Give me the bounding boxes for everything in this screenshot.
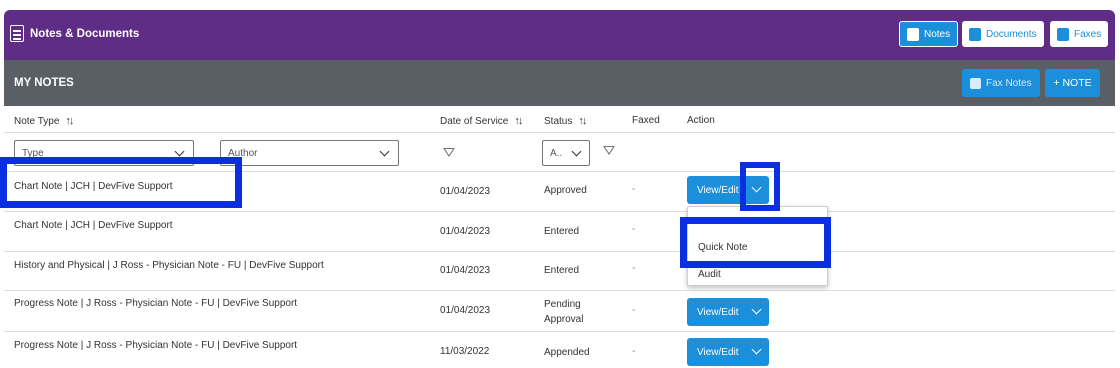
- chevron-down-icon: [174, 146, 185, 157]
- faxes-button[interactable]: Faxes: [1050, 21, 1109, 47]
- status-cell: Entered: [544, 226, 580, 237]
- column-header-note-type[interactable]: Note Type ↑↓: [14, 115, 74, 127]
- status-cell: Appended: [544, 347, 590, 358]
- status-filter-value: A..: [550, 147, 563, 159]
- date-of-service-cell: 11/03/2022: [440, 346, 490, 357]
- note-type-cell[interactable]: Progress Note | J Ross - Physician Note …: [14, 340, 297, 351]
- status-line-2: Approval: [544, 314, 584, 325]
- notes-button-label: Notes: [924, 28, 951, 40]
- documents-button[interactable]: Documents: [962, 21, 1044, 47]
- column-header-status-label: Status: [544, 115, 573, 127]
- chevron-down-icon: [751, 304, 762, 315]
- date-of-service-cell: 01/04/2023: [440, 226, 491, 237]
- column-header-note-type-label: Note Type: [14, 115, 60, 127]
- documents-icon: [969, 27, 981, 41]
- fax-icon: [970, 77, 981, 89]
- status-filter-select[interactable]: A..: [542, 140, 590, 166]
- action-dropdown-toggle[interactable]: [745, 338, 769, 366]
- add-note-button[interactable]: + NOTE: [1045, 69, 1100, 97]
- divider: [4, 132, 1115, 133]
- view-edit-split-button[interactable]: View/Edit: [687, 298, 769, 326]
- notes-icon: [907, 27, 919, 41]
- chevron-down-icon: [379, 146, 390, 157]
- documents-button-label: Documents: [986, 28, 1037, 40]
- column-header-faxed-label: Faxed: [632, 115, 660, 126]
- action-dropdown-toggle[interactable]: [745, 298, 769, 326]
- highlight-box-note-type: [0, 157, 242, 208]
- column-header-dos-label: Date of Service: [440, 115, 509, 127]
- status-cell: Entered: [544, 265, 580, 276]
- note-type-cell[interactable]: Progress Note | J Ross - Physician Note …: [14, 298, 297, 309]
- author-filter-select[interactable]: Author: [220, 140, 399, 166]
- divider: [4, 290, 1115, 291]
- fax-notes-button[interactable]: Fax Notes: [962, 69, 1040, 97]
- date-of-service-cell: 01/04/2023: [440, 186, 491, 197]
- column-header-action-label: Action: [687, 115, 715, 126]
- column-header-date-of-service[interactable]: Date of Service ↑↓: [440, 115, 523, 127]
- date-of-service-cell: 01/04/2023: [440, 265, 491, 276]
- view-edit-split-button[interactable]: View/Edit: [687, 338, 769, 366]
- column-header-status[interactable]: Status ↑↓: [544, 115, 587, 127]
- faxed-cell: -: [632, 224, 636, 235]
- header-title-group: Notes & Documents: [10, 25, 139, 42]
- faxed-cell: -: [632, 263, 636, 274]
- faxes-button-label: Faxes: [1074, 28, 1102, 40]
- faxed-cell: -: [632, 305, 636, 316]
- fax-notes-label: Fax Notes: [986, 77, 1032, 89]
- note-type-cell[interactable]: History and Physical | J Ross - Physicia…: [14, 260, 324, 271]
- faxed-cell: -: [632, 184, 636, 195]
- column-header-faxed: Faxed: [632, 115, 660, 126]
- my-notes-title: MY NOTES: [14, 77, 74, 89]
- view-edit-button[interactable]: View/Edit: [687, 347, 745, 358]
- header-title: Notes & Documents: [30, 27, 140, 40]
- my-notes-bar: MY NOTES Fax Notes + NOTE: [4, 60, 1115, 106]
- status-line-1: Pending: [544, 299, 581, 310]
- clear-filter-icon[interactable]: [603, 146, 615, 155]
- status-cell: Pending Approval: [544, 297, 583, 327]
- fax-icon: [1057, 27, 1069, 41]
- date-of-service-cell: 01/04/2023: [440, 305, 491, 316]
- divider: [4, 331, 1115, 332]
- filter-icon[interactable]: [443, 148, 455, 157]
- notes-button[interactable]: Notes: [899, 21, 959, 47]
- notes-documents-panel: Notes & Documents Notes Documents Faxes …: [0, 0, 1120, 368]
- document-icon: [10, 25, 24, 42]
- view-edit-button[interactable]: View/Edit: [687, 307, 745, 318]
- chevron-down-icon: [571, 146, 582, 157]
- sort-icon[interactable]: ↑↓: [578, 115, 587, 127]
- sort-icon[interactable]: ↑↓: [65, 115, 74, 127]
- note-type-cell[interactable]: Chart Note | JCH | DevFive Support: [14, 220, 173, 231]
- faxed-cell: -: [632, 346, 636, 357]
- sort-icon[interactable]: ↑↓: [514, 115, 523, 127]
- top-header: Notes & Documents Notes Documents Faxes: [4, 10, 1115, 60]
- divider: [4, 251, 1115, 252]
- status-cell: Approved: [544, 185, 587, 196]
- highlight-box-quick-note: [680, 217, 831, 268]
- highlight-box-dropdown-toggle: [740, 162, 780, 211]
- menu-item-audit[interactable]: Audit: [698, 269, 721, 280]
- divider: [4, 211, 1115, 212]
- view-edit-button[interactable]: View/Edit: [687, 185, 745, 196]
- chevron-down-icon: [751, 344, 762, 355]
- column-header-action: Action: [687, 115, 715, 126]
